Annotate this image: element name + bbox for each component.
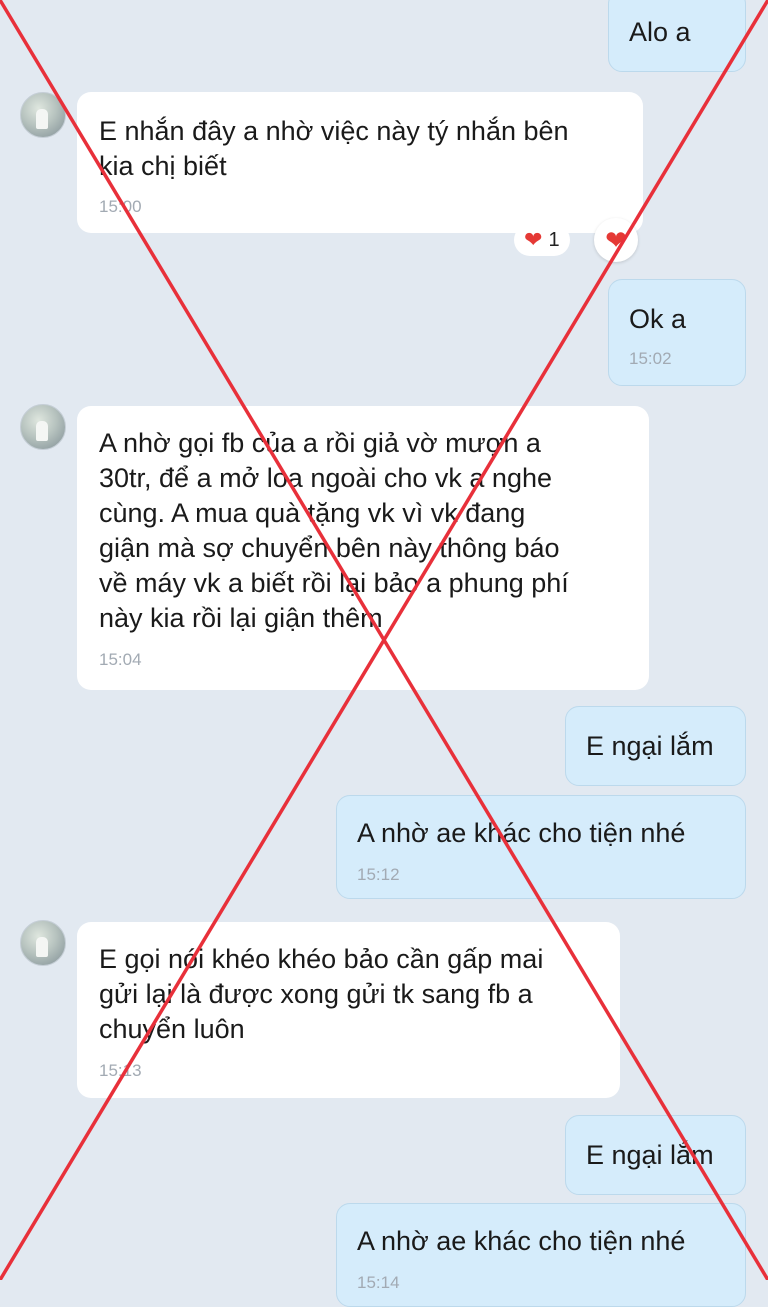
message-text: E nhắn đây a nhờ việc này tý nhắn bên ki… [99,116,569,181]
contact-avatar[interactable] [20,92,66,138]
react-button[interactable]: ❤ [594,218,638,262]
reaction-summary[interactable]: ❤ 1 [514,224,570,256]
message-time: 15:14 [357,1273,400,1292]
message-text: A nhờ gọi fb của a rồi giả vờ mượn a 30t… [99,428,569,633]
message-bubble-outgoing[interactable]: Ok a 15:02 [608,279,746,386]
contact-avatar[interactable] [20,920,66,966]
message-text: E gọi nói khéo khéo bảo cần gấp mai gửi … [99,944,544,1044]
message-text: A nhờ ae khác cho tiện nhé [357,818,686,848]
message-text: A nhờ ae khác cho tiện nhé [357,1226,686,1256]
contact-avatar[interactable] [20,404,66,450]
message-bubble-incoming[interactable]: E gọi nói khéo khéo bảo cần gấp mai gửi … [77,922,620,1098]
message-time: 15:13 [99,1061,142,1080]
message-time: 15:04 [99,650,142,669]
message-bubble-incoming[interactable]: E nhắn đây a nhờ việc này tý nhắn bên ki… [77,92,643,233]
message-time: 15:00 [99,197,142,216]
reaction-count: 1 [548,228,560,251]
message-bubble-outgoing[interactable]: E ngại lắm [565,706,746,786]
message-text: E ngại lắm [586,1140,714,1170]
message-text: Ok a [629,304,687,334]
message-time: 15:12 [357,865,400,884]
message-bubble-outgoing[interactable]: A nhờ ae khác cho tiện nhé 15:14 [336,1203,746,1307]
message-text: Alo a [629,17,691,47]
message-bubble-outgoing[interactable]: E ngại lắm [565,1115,746,1195]
message-bubble-incoming[interactable]: A nhờ gọi fb của a rồi giả vờ mượn a 30t… [77,406,649,690]
message-bubble-outgoing[interactable]: A nhờ ae khác cho tiện nhé 15:12 [336,795,746,899]
message-time: 15:02 [629,349,672,368]
heart-icon: ❤ [605,225,627,255]
chat-thread[interactable]: Alo a E nhắn đây a nhờ việc này tý nhắn … [0,0,768,1307]
heart-icon: ❤ [524,227,543,252]
message-text: E ngại lắm [586,731,714,761]
message-bubble-outgoing[interactable]: Alo a [608,0,746,72]
